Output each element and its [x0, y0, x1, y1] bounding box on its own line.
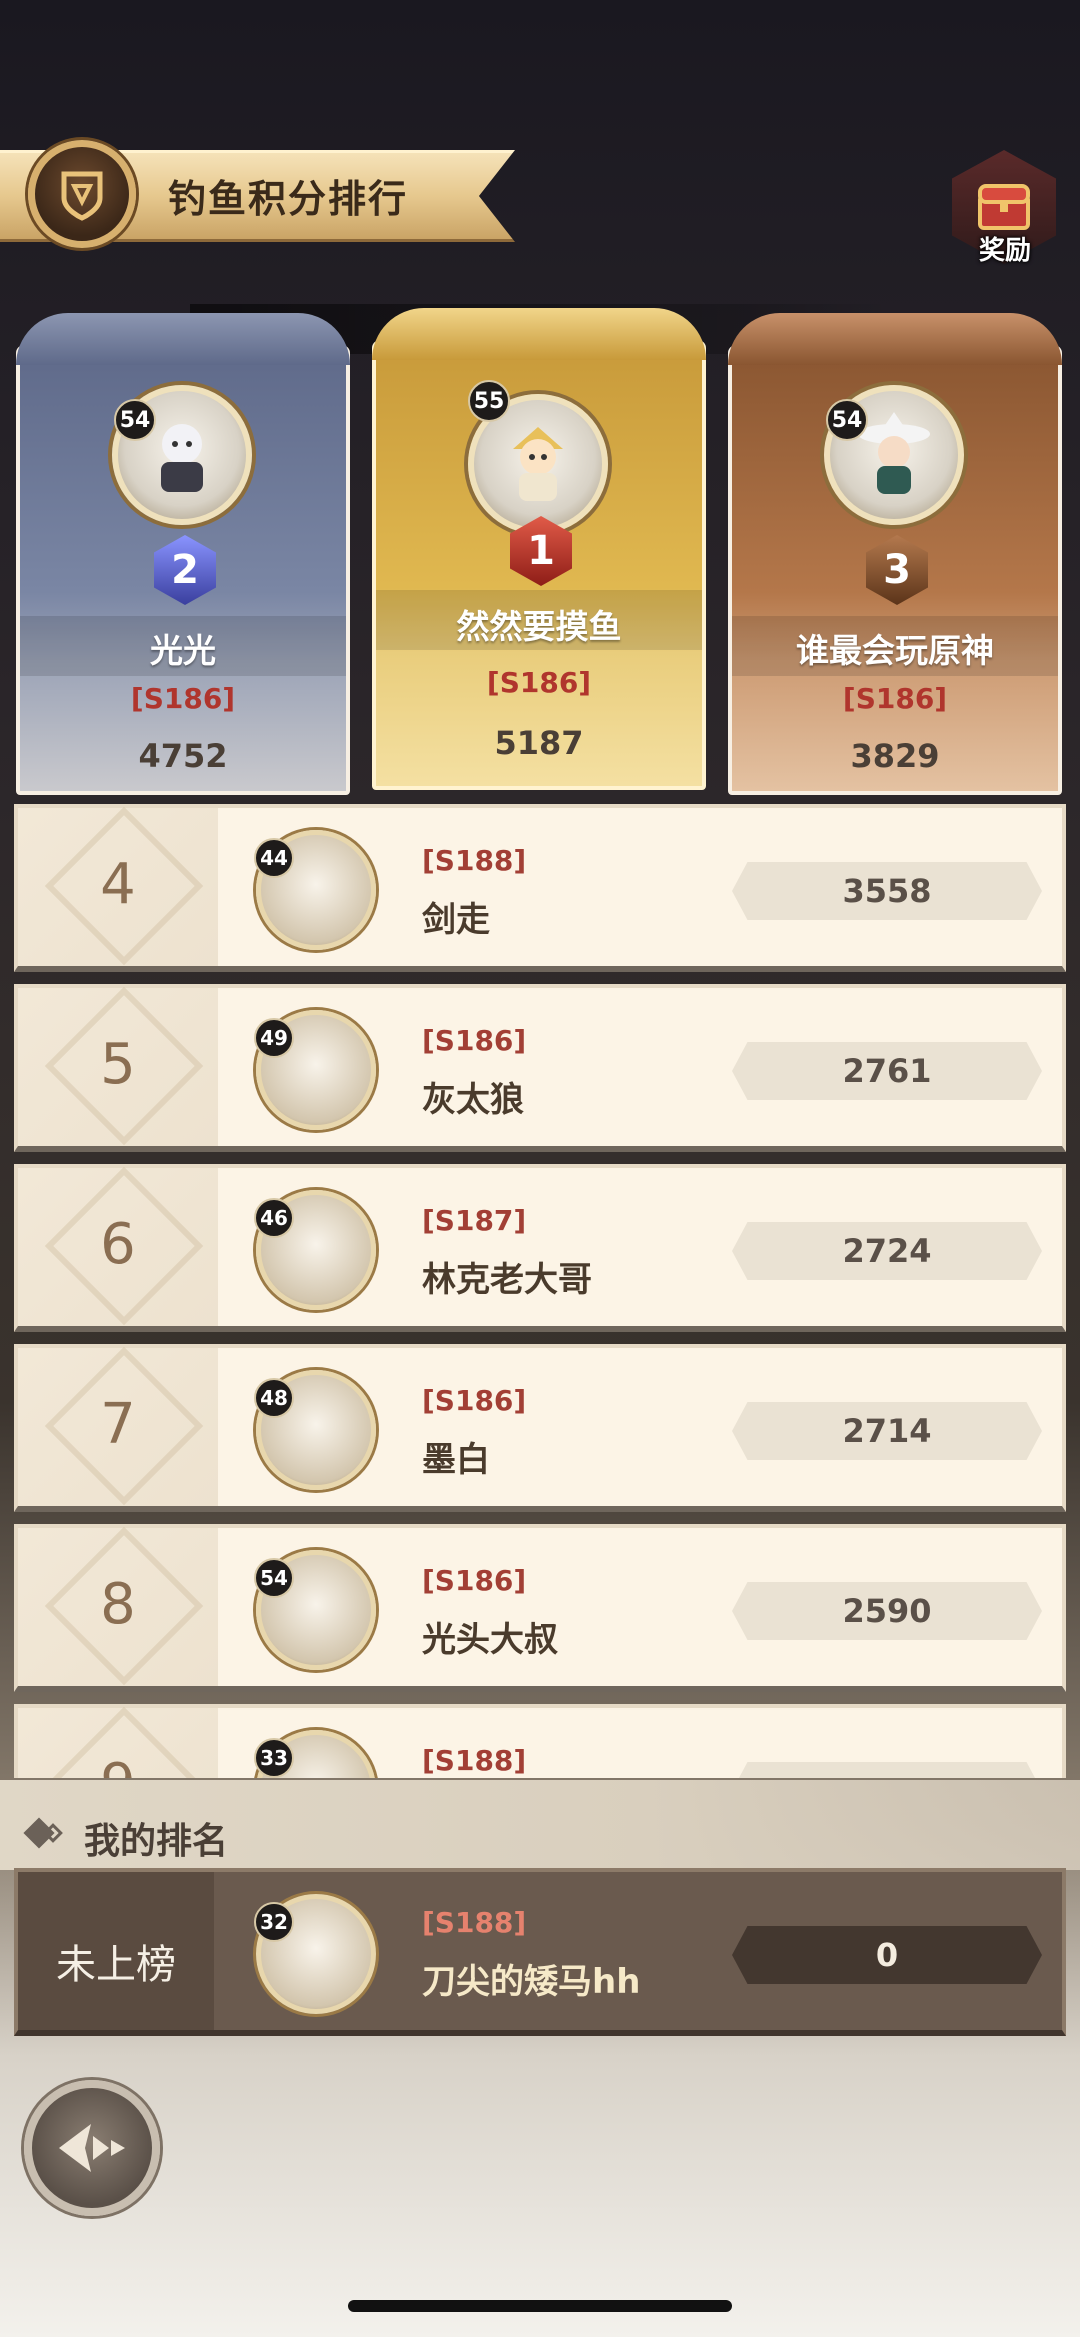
my-rank-row[interactable]: 未上榜 32 [S188] 刀尖的矮马hh 0: [14, 1868, 1066, 2036]
server-tag: [S186]: [486, 666, 592, 699]
player-name: 林克老大哥: [422, 1260, 592, 1300]
list-item[interactable]: 8 54 [S186] 光头大叔 2590: [14, 1524, 1066, 1692]
rank-medal: 2: [154, 535, 216, 605]
home-indicator: [348, 2300, 732, 2312]
treasure-chest-icon: [978, 184, 1030, 230]
page-title: 钓鱼积分排行: [168, 177, 409, 221]
level-badge: 44: [254, 838, 294, 878]
score: 0: [875, 1936, 899, 1974]
rank-number: 7: [100, 1392, 136, 1457]
podium-second[interactable]: 54 2 光光 [S186] 4752: [16, 313, 350, 795]
podium-third[interactable]: 54 3 谁最会玩原神 [S186] 3829: [728, 313, 1062, 795]
score-pill: 2724: [732, 1222, 1042, 1280]
player-name: 剑走: [422, 900, 490, 940]
server-tag: [S186]: [422, 1024, 527, 1057]
ranking-list[interactable]: 4 44 [S188] 剑走 3558 5 49 [S186] 灰太狼 2761…: [14, 800, 1066, 1778]
score-pill: 2590: [732, 1582, 1042, 1640]
rank-number: 6: [100, 1212, 136, 1277]
level-badge: 46: [254, 1198, 294, 1238]
list-item[interactable]: 6 46 [S187] 林克老大哥 2724: [14, 1164, 1066, 1332]
score-pill: 2524: [732, 1762, 1042, 1778]
player-name: 光光: [150, 631, 216, 670]
podium-cap: [728, 313, 1062, 365]
reward-label: 奖励: [978, 236, 1031, 266]
score: 3558: [842, 872, 932, 910]
server-tag: [S188]: [422, 1744, 527, 1777]
fishing-emblem-icon: [28, 140, 136, 248]
rank-number: 9: [18, 1752, 218, 1778]
podium-cap: [372, 308, 706, 360]
score: 2714: [842, 1412, 932, 1450]
back-button[interactable]: [24, 2080, 160, 2216]
server-tag: [S186]: [130, 682, 236, 715]
server-tag: [S188]: [422, 844, 527, 877]
rank-medal: 3: [866, 535, 928, 605]
rank-number: 8: [100, 1572, 136, 1637]
server-tag: [S186]: [842, 682, 948, 715]
score: 2590: [842, 1592, 932, 1630]
level-badge: 48: [254, 1378, 294, 1418]
my-rank-title: 我的排名: [84, 1821, 229, 1862]
server-tag: [S186]: [422, 1384, 527, 1417]
score: 2524: [842, 1772, 931, 1778]
level-badge: 32: [254, 1902, 294, 1942]
list-item[interactable]: 7 48 [S186] 墨白 2714: [14, 1344, 1066, 1512]
player-name: 光头大叔: [422, 1620, 558, 1660]
score: 2761: [842, 1052, 932, 1090]
score-pill: 3558: [732, 862, 1042, 920]
server-tag: [S187]: [422, 1204, 527, 1237]
score: 3829: [850, 737, 940, 775]
level-badge: 55: [468, 380, 510, 422]
back-arrow-icon: [59, 2124, 125, 2172]
server-tag: [S188]: [422, 1906, 527, 1939]
rank-number: 5: [100, 1032, 136, 1097]
podium-cap: [16, 313, 350, 365]
podium-first[interactable]: 55 1 然然要摸鱼 [S186] 5187: [372, 308, 706, 790]
score: 5187: [494, 724, 584, 762]
player-name: 墨白: [422, 1440, 490, 1480]
level-badge: 49: [254, 1018, 294, 1058]
score: 4752: [138, 737, 228, 775]
level-badge: 54: [114, 399, 156, 441]
score: 2724: [842, 1232, 932, 1270]
rank-status: 未上榜: [56, 1942, 176, 1988]
player-name: 然然要摸鱼: [456, 607, 622, 646]
list-item[interactable]: 4 44 [S188] 剑走 3558: [14, 804, 1066, 972]
rank-number: 4: [100, 852, 136, 917]
list-item[interactable]: 5 49 [S186] 灰太狼 2761: [14, 984, 1066, 1152]
score-pill: 2714: [732, 1402, 1042, 1460]
score-pill: 0: [732, 1926, 1042, 1984]
player-name: 谁最会玩原神: [796, 631, 994, 670]
level-badge: 54: [254, 1558, 294, 1598]
level-badge: 54: [826, 399, 868, 441]
list-item[interactable]: 9 33 [S188] 2524: [14, 1704, 1066, 1778]
leaderboard-screen: 钓鱼积分排行 奖励 明！ 54 2 光光 [S186] 4752 55 1 然然…: [0, 0, 1080, 2337]
server-tag: [S186]: [422, 1564, 527, 1597]
player-name: 灰太狼: [422, 1080, 524, 1120]
score-pill: 2761: [732, 1042, 1042, 1100]
level-badge: 33: [254, 1738, 294, 1778]
player-name: 刀尖的矮马hh: [422, 1962, 641, 2002]
